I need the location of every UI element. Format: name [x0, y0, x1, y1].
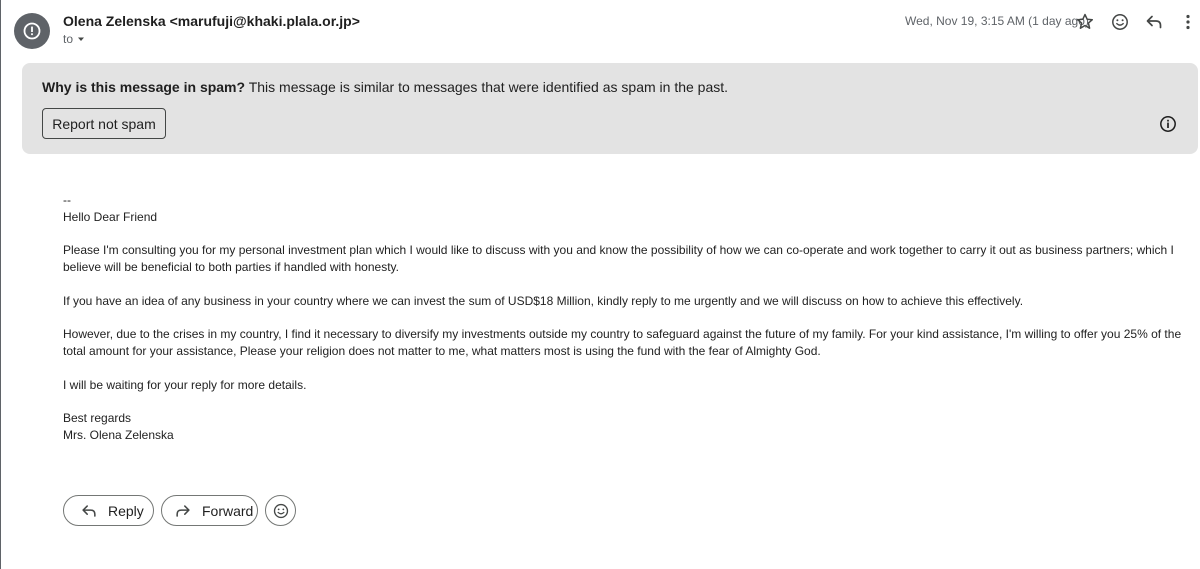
spam-explanation: This message is similar to messages that… — [245, 79, 729, 95]
emoji-icon — [1112, 14, 1128, 30]
body-paragraph: I will be waiting for your reply for mor… — [63, 377, 307, 392]
recipients-toggle[interactable]: to — [63, 32, 87, 46]
reply-button[interactable]: Reply — [63, 495, 154, 526]
info-icon — [1160, 116, 1176, 132]
reply-header-button[interactable] — [1142, 10, 1166, 34]
star-icon — [1076, 13, 1094, 29]
star-button[interactable] — [1073, 10, 1097, 34]
signature-separator: -- — [63, 193, 71, 207]
sender-avatar — [14, 13, 50, 49]
to-label: to — [63, 32, 74, 46]
spam-warning-banner: Why is this message in spam? This messag… — [22, 63, 1198, 154]
signature: Mrs. Olena Zelenska — [63, 428, 174, 443]
reply-icon — [82, 504, 96, 517]
more-vert-icon — [1186, 14, 1190, 30]
message-date: Wed, Nov 19, 3:15 AM (1 day ago) — [905, 14, 1089, 28]
more-options-button[interactable] — [1176, 10, 1200, 34]
spam-info-button[interactable] — [1158, 114, 1178, 134]
report-not-spam-button[interactable]: Report not spam — [42, 108, 166, 139]
message-body: -- Hello Dear Friend Please I'm consulti… — [63, 192, 1191, 444]
spam-notice-text: Why is this message in spam? This messag… — [42, 79, 728, 95]
forward-icon — [176, 504, 190, 517]
reply-label: Reply — [108, 502, 144, 519]
sender-name[interactable]: Olena Zelenska <marufuji@khaki.plala.or.… — [63, 13, 360, 29]
body-paragraph: If you have an idea of any business in y… — [63, 293, 1024, 308]
left-divider — [0, 0, 1, 569]
forward-button[interactable]: Forward — [161, 495, 258, 526]
closing: Best regards — [63, 411, 132, 426]
body-paragraph: However, due to the crises in my country… — [63, 327, 1182, 359]
forward-label: Forward — [202, 502, 254, 519]
caret-down-icon — [78, 37, 85, 41]
greeting: Hello Dear Friend — [63, 209, 158, 224]
emoji-icon — [273, 503, 288, 518]
body-paragraph: Please I'm consulting you for my persona… — [63, 243, 1174, 275]
alert-icon — [23, 22, 41, 40]
reply-icon — [1146, 15, 1162, 29]
emoji-reaction-button[interactable] — [265, 495, 296, 526]
spam-question: Why is this message in spam? — [42, 79, 246, 95]
add-reaction-button[interactable] — [1108, 10, 1132, 34]
